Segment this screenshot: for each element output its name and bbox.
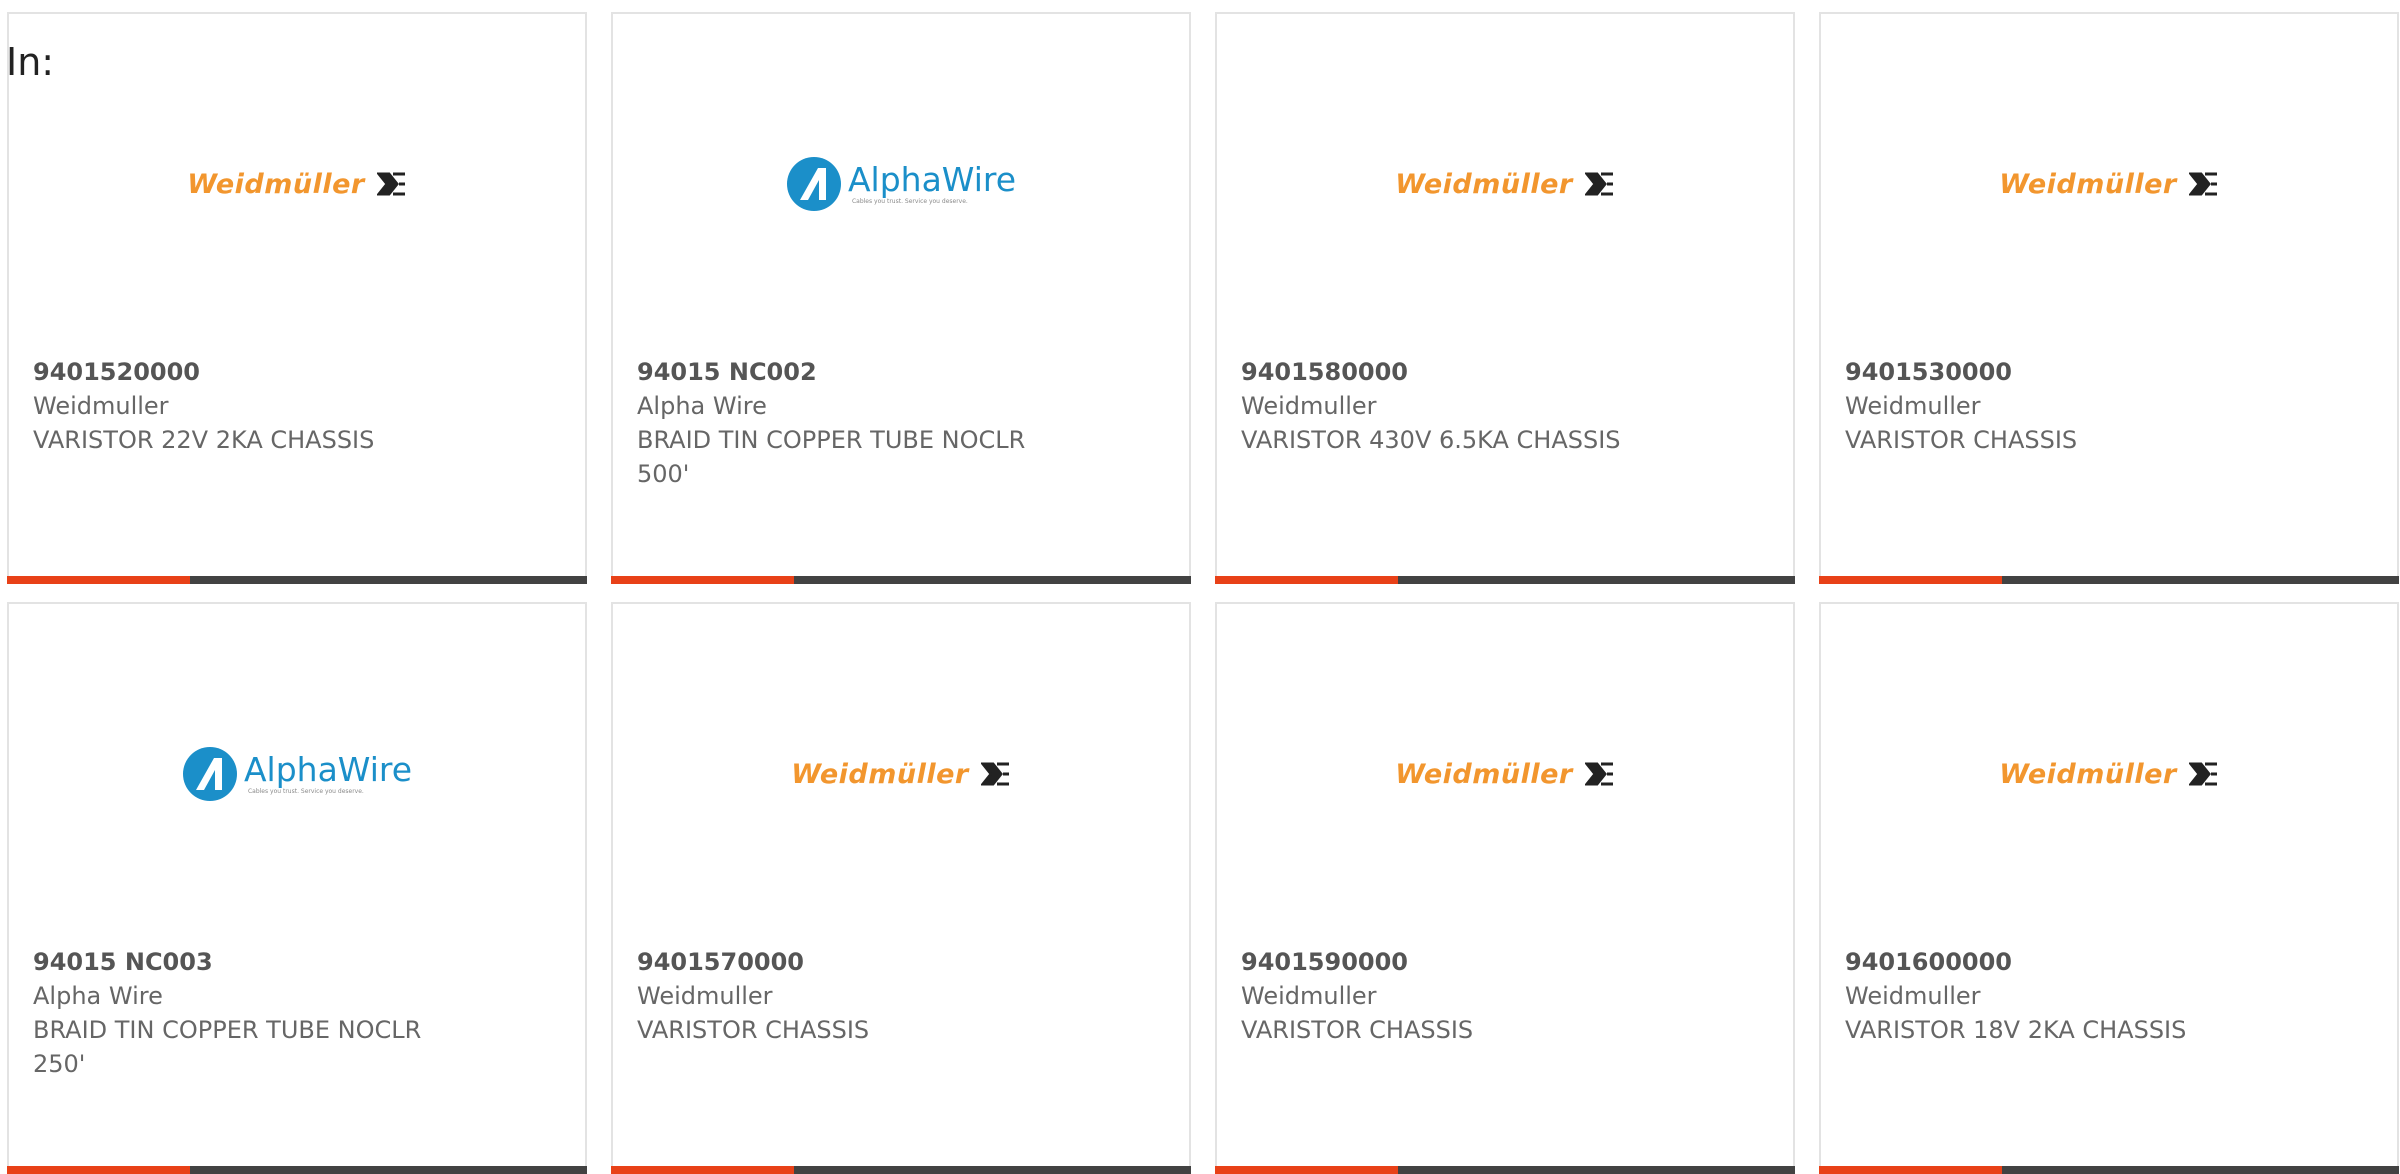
product-description: VARISTOR CHASSIS [1845, 426, 2078, 454]
manufacturer-name: Weidmuller [637, 982, 773, 1010]
product-card[interactable]: AlphaWire Cables you trust. Service you … [7, 602, 587, 1174]
weidmuller-mark-icon [376, 172, 405, 196]
logo-tagline: Cables you trust. Service you deserve. [851, 198, 968, 205]
product-card[interactable]: AlphaWire Cables you trust. Service you … [611, 12, 1191, 584]
product-description: BRAID TIN COPPER TUBE NOCLR 500' [637, 426, 1026, 488]
product-info: 9401520000 Weidmuller VARISTOR 22V 2KA C… [33, 355, 453, 457]
product-description: VARISTOR 18V 2KA CHASSIS [1845, 1016, 2187, 1044]
filter-label: In: [6, 40, 55, 84]
manufacturer-name: Weidmuller [1845, 982, 1981, 1010]
manufacturer-logo: Weidmüller [1217, 734, 1793, 814]
card-bottom-bar [1215, 1166, 1795, 1174]
weidmuller-mark-icon [1584, 172, 1613, 196]
product-description: VARISTOR CHASSIS [1241, 1016, 1474, 1044]
logo-text: Weidmüller [187, 168, 365, 200]
part-number[interactable]: 94015 NC003 [33, 945, 453, 979]
logo-text: Weidmüller [1999, 168, 2177, 200]
product-card[interactable]: Weidmüller 9401530000 Weidmuller VARISTO… [1819, 12, 2399, 584]
product-grid: Weidmüller 9401520000 Weidmuller VARISTO… [7, 12, 2399, 1174]
card-bottom-bar [611, 1166, 1191, 1174]
card-bottom-bar [7, 1166, 587, 1174]
product-card[interactable]: Weidmüller 9401520000 Weidmuller VARISTO… [7, 12, 587, 584]
part-number[interactable]: 9401600000 [1845, 945, 2265, 979]
weidmuller-mark-icon [1584, 762, 1613, 786]
part-number[interactable]: 94015 NC002 [637, 355, 1057, 389]
manufacturer-logo: Weidmüller [1217, 144, 1793, 224]
product-description: VARISTOR 430V 6.5KA CHASSIS [1241, 426, 1621, 454]
weidmuller-mark-icon [980, 762, 1009, 786]
weidmuller-mark-icon [2188, 762, 2217, 786]
manufacturer-name: Alpha Wire [33, 982, 163, 1010]
product-card[interactable]: Weidmüller 9401580000 Weidmuller VARISTO… [1215, 12, 1795, 584]
product-info: 9401600000 Weidmuller VARISTOR 18V 2KA C… [1845, 945, 2265, 1047]
product-description: VARISTOR CHASSIS [637, 1016, 870, 1044]
logo-tagline: Cables you trust. Service you deserve. [247, 788, 364, 795]
manufacturer-name: Weidmuller [33, 392, 169, 420]
manufacturer-name: Weidmuller [1845, 392, 1981, 420]
manufacturer-name: Weidmuller [1241, 392, 1377, 420]
alphawire-mark-icon [182, 747, 237, 801]
product-card[interactable]: Weidmüller 9401590000 Weidmuller VARISTO… [1215, 602, 1795, 1174]
card-bottom-bar [1215, 576, 1795, 584]
product-info: 9401570000 Weidmuller VARISTOR CHASSIS [637, 945, 1057, 1047]
product-description: BRAID TIN COPPER TUBE NOCLR 250' [33, 1016, 422, 1078]
logo-text: AlphaWire [243, 750, 413, 789]
card-bottom-bar [611, 576, 1191, 584]
part-number[interactable]: 9401590000 [1241, 945, 1661, 979]
logo-text: Weidmüller [791, 758, 969, 790]
manufacturer-name: Weidmuller [1241, 982, 1377, 1010]
weidmuller-mark-icon [2188, 172, 2217, 196]
manufacturer-logo: Weidmüller [613, 734, 1189, 814]
product-description: VARISTOR 22V 2KA CHASSIS [33, 426, 375, 454]
logo-text: Weidmüller [1395, 168, 1573, 200]
manufacturer-logo: Weidmüller [1821, 144, 2397, 224]
logo-text: Weidmüller [1395, 758, 1573, 790]
manufacturer-logo: Weidmüller [1821, 734, 2397, 814]
manufacturer-logo: Weidmüller [9, 144, 585, 224]
card-bottom-bar [1819, 576, 2399, 584]
product-info: 9401530000 Weidmuller VARISTOR CHASSIS [1845, 355, 2265, 457]
product-info: 94015 NC002 Alpha Wire BRAID TIN COPPER … [637, 355, 1057, 491]
product-info: 94015 NC003 Alpha Wire BRAID TIN COPPER … [33, 945, 453, 1081]
alphawire-mark-icon [786, 157, 841, 211]
part-number[interactable]: 9401520000 [33, 355, 453, 389]
manufacturer-name: Alpha Wire [637, 392, 767, 420]
part-number[interactable]: 9401580000 [1241, 355, 1661, 389]
product-card[interactable]: Weidmüller 9401600000 Weidmuller VARISTO… [1819, 602, 2399, 1174]
logo-text: AlphaWire [847, 160, 1017, 199]
manufacturer-logo: AlphaWire Cables you trust. Service you … [9, 734, 585, 814]
manufacturer-logo: AlphaWire Cables you trust. Service you … [613, 144, 1189, 224]
logo-text: Weidmüller [1999, 758, 2177, 790]
part-number[interactable]: 9401530000 [1845, 355, 2265, 389]
part-number[interactable]: 9401570000 [637, 945, 1057, 979]
card-bottom-bar [1819, 1166, 2399, 1174]
product-info: 9401590000 Weidmuller VARISTOR CHASSIS [1241, 945, 1661, 1047]
product-card[interactable]: Weidmüller 9401570000 Weidmuller VARISTO… [611, 602, 1191, 1174]
product-info: 9401580000 Weidmuller VARISTOR 430V 6.5K… [1241, 355, 1661, 457]
card-bottom-bar [7, 576, 587, 584]
